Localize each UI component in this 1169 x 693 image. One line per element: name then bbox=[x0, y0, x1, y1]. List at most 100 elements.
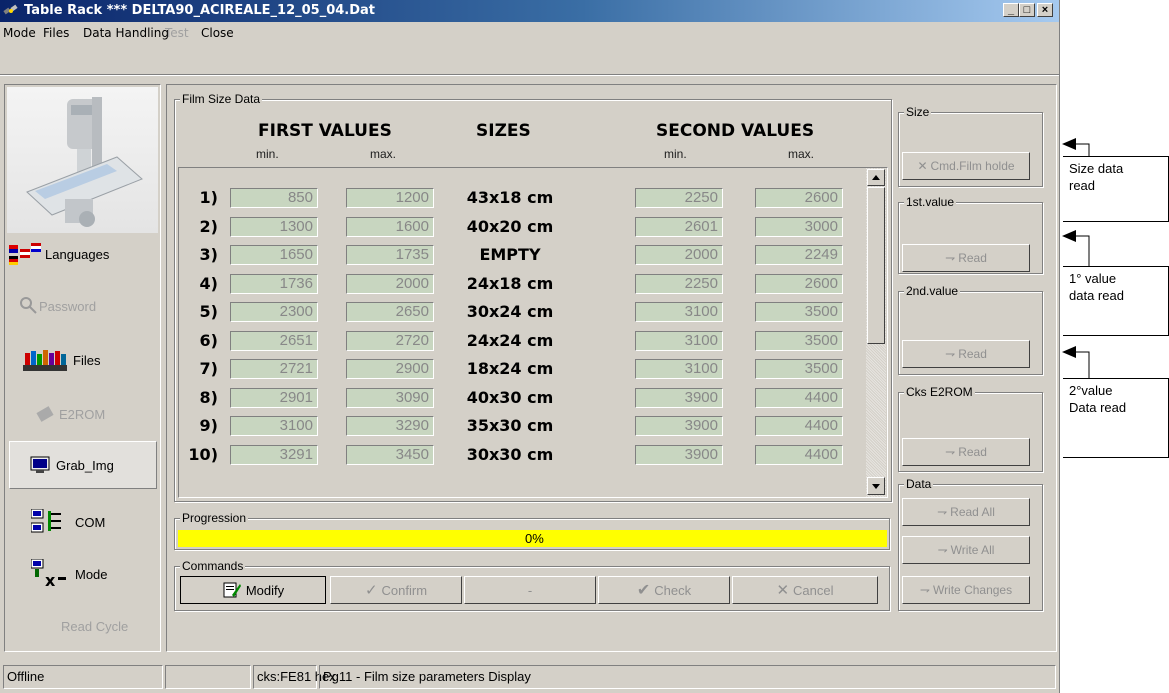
menu-close[interactable]: Close bbox=[201, 26, 234, 40]
read-second-value-button[interactable]: ⇁ Read bbox=[902, 340, 1030, 368]
second-min-field[interactable]: 3900 bbox=[635, 445, 723, 465]
first-max-field[interactable]: 3090 bbox=[346, 388, 434, 408]
read-cycle-label: Read Cycle bbox=[61, 618, 129, 634]
files-button[interactable]: Files bbox=[9, 341, 159, 379]
film-size-label: 43x18 cm bbox=[466, 188, 554, 207]
menu-data-handling[interactable]: Data Handling bbox=[83, 26, 169, 40]
first-values-header: FIRST VALUES bbox=[258, 121, 392, 141]
write-changes-button[interactable]: ⇁ Write Changes bbox=[902, 576, 1030, 604]
first-min-field[interactable]: 3291 bbox=[230, 445, 318, 465]
grab-img-button[interactable]: Grab_Img bbox=[9, 441, 157, 489]
row-number: 10) bbox=[188, 445, 218, 464]
second-max-field[interactable]: 4400 bbox=[755, 388, 843, 408]
password-button[interactable]: Password bbox=[9, 287, 159, 325]
read-cks-icon: ⇁ bbox=[945, 445, 956, 459]
row-number: 6) bbox=[199, 331, 218, 350]
second-max-field[interactable]: 2600 bbox=[755, 188, 843, 208]
second-min-field[interactable]: 2601 bbox=[635, 217, 723, 237]
languages-button[interactable]: Languages bbox=[9, 235, 159, 273]
second-min-field[interactable]: 3900 bbox=[635, 388, 723, 408]
first-max-field[interactable]: 2000 bbox=[346, 274, 434, 294]
film-size-label: 24x24 cm bbox=[466, 331, 554, 350]
second-max-field[interactable]: 2249 bbox=[755, 245, 843, 265]
first-min-field[interactable]: 2651 bbox=[230, 331, 318, 351]
row-number: 8) bbox=[199, 388, 218, 407]
film-size-label: EMPTY bbox=[479, 245, 541, 264]
check-button[interactable]: ✔ Check bbox=[598, 576, 730, 604]
e2rom-button[interactable]: E2ROM bbox=[9, 395, 159, 433]
first-min-field[interactable]: 850 bbox=[230, 188, 318, 208]
first-max-field[interactable]: 2720 bbox=[346, 331, 434, 351]
close-button[interactable]: × bbox=[1037, 3, 1053, 17]
xray-table-illustration bbox=[26, 97, 143, 227]
first-max-field[interactable]: 1600 bbox=[346, 217, 434, 237]
cancel-icon: ✕ bbox=[776, 582, 790, 599]
second-min-field[interactable]: 3900 bbox=[635, 416, 723, 436]
grab-img-label: Grab_Img bbox=[56, 457, 114, 473]
first-min-field[interactable]: 2300 bbox=[230, 302, 318, 322]
row-number: 5) bbox=[199, 302, 218, 321]
write-all-button[interactable]: ⇁ Write All bbox=[902, 536, 1030, 564]
second-max-field[interactable]: 4400 bbox=[755, 445, 843, 465]
maximize-button[interactable]: □ bbox=[1019, 3, 1035, 17]
second-max-field[interactable]: 3500 bbox=[755, 302, 843, 322]
scroll-down-button[interactable] bbox=[867, 477, 885, 495]
write-changes-label: Write Changes bbox=[932, 583, 1013, 597]
first-min-field[interactable]: 3100 bbox=[230, 416, 318, 436]
second-max-field[interactable]: 3000 bbox=[755, 217, 843, 237]
film-size-label: 30x24 cm bbox=[466, 302, 554, 321]
mode-button[interactable]: x Mode bbox=[9, 555, 159, 593]
first-max-field[interactable]: 2650 bbox=[346, 302, 434, 322]
confirm-button[interactable]: ✓ Confirm bbox=[330, 576, 462, 604]
first-max-field[interactable]: 3450 bbox=[346, 445, 434, 465]
second-max-field[interactable]: 2600 bbox=[755, 274, 843, 294]
annotation-box-2: 1° value data read bbox=[1063, 266, 1169, 336]
first-min-field[interactable]: 1650 bbox=[230, 245, 318, 265]
annotation-2-line2: data read bbox=[1069, 288, 1124, 303]
first-min-field[interactable]: 1736 bbox=[230, 274, 318, 294]
second-max-field[interactable]: 3500 bbox=[755, 359, 843, 379]
status-checksum: cks:FE81 hex bbox=[253, 665, 336, 689]
first-min-field[interactable]: 2721 bbox=[230, 359, 318, 379]
read-cks-button[interactable]: ⇁ Read bbox=[902, 438, 1030, 466]
rows-scrollbar[interactable] bbox=[866, 168, 886, 497]
cancel-button[interactable]: ✕ Cancel bbox=[732, 576, 878, 604]
first-max-field[interactable]: 2900 bbox=[346, 359, 434, 379]
film-size-label: 35x30 cm bbox=[466, 416, 554, 435]
read-cycle-button[interactable]: Read Cycle bbox=[9, 607, 159, 645]
annotation-1-line2: read bbox=[1069, 178, 1096, 193]
com-button[interactable]: COM bbox=[9, 503, 159, 541]
second-min-field[interactable]: 2000 bbox=[635, 245, 723, 265]
check-icon: ✔ bbox=[636, 582, 651, 599]
second-max-field[interactable]: 3500 bbox=[755, 331, 843, 351]
read-cks-label: Read bbox=[958, 445, 987, 459]
first-min-field[interactable]: 2901 bbox=[230, 388, 318, 408]
read-first-value-button[interactable]: ⇁ Read bbox=[902, 244, 1030, 272]
menu-mode[interactable]: Mode bbox=[3, 26, 36, 40]
com-label: COM bbox=[75, 514, 106, 530]
second-min-field[interactable]: 3100 bbox=[635, 302, 723, 322]
dash-button[interactable]: - bbox=[464, 576, 596, 604]
modify-button[interactable]: Modify bbox=[180, 576, 326, 604]
first-min-field[interactable]: 1300 bbox=[230, 217, 318, 237]
cmd-film-holder-button[interactable]: ✕ Cmd.Film holde bbox=[902, 152, 1030, 180]
second-min-field[interactable]: 2250 bbox=[635, 274, 723, 294]
menu-test[interactable]: Test bbox=[165, 26, 189, 40]
row-number: 9) bbox=[199, 416, 218, 435]
key-icon bbox=[20, 297, 37, 314]
second-max-field[interactable]: 4400 bbox=[755, 416, 843, 436]
progress-bar: 0% bbox=[178, 530, 887, 547]
second-min-field[interactable]: 3100 bbox=[635, 359, 723, 379]
second-min-field[interactable]: 3100 bbox=[635, 331, 723, 351]
menu-files[interactable]: Files bbox=[43, 26, 69, 40]
second-min-field[interactable]: 2250 bbox=[635, 188, 723, 208]
first-max-field[interactable]: 1200 bbox=[346, 188, 434, 208]
first-min-header: min. bbox=[256, 147, 279, 161]
scroll-up-button[interactable] bbox=[867, 169, 885, 186]
minimize-button[interactable]: _ bbox=[1003, 3, 1019, 17]
read-all-button[interactable]: ⇁ Read All bbox=[902, 498, 1030, 526]
first-max-field[interactable]: 3290 bbox=[346, 416, 434, 436]
first-max-field[interactable]: 1735 bbox=[346, 245, 434, 265]
annotation-box-1: Size data read bbox=[1063, 156, 1169, 222]
scroll-thumb[interactable] bbox=[867, 187, 885, 344]
